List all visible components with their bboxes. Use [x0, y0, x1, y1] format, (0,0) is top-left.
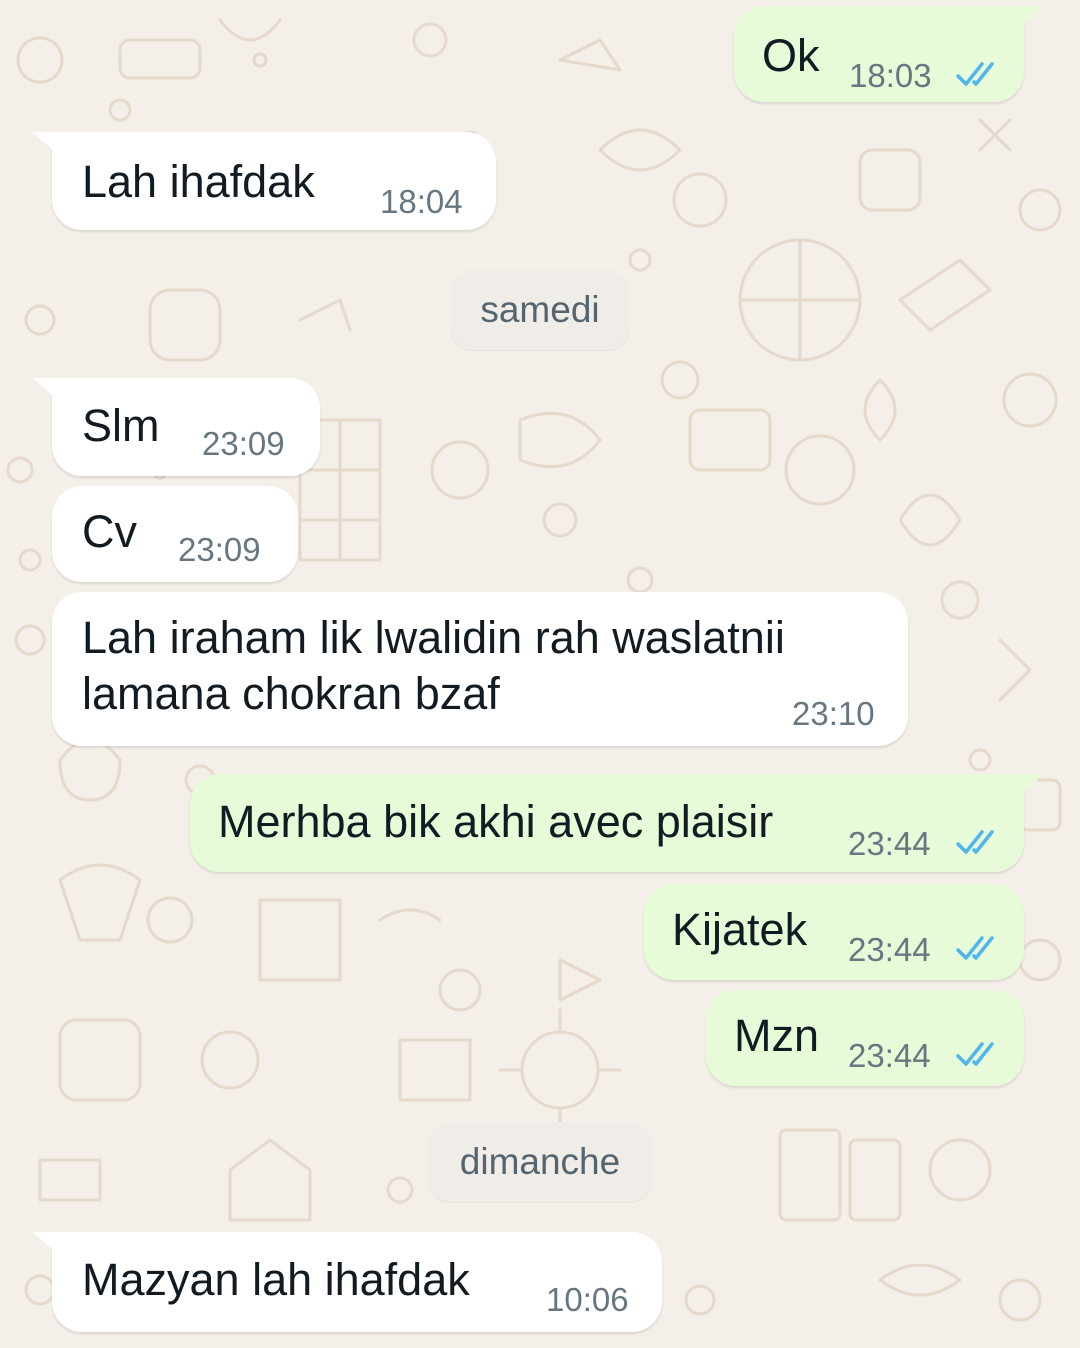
message-time: 23:44 — [848, 931, 931, 968]
message-time: 10:06 — [546, 1281, 629, 1318]
message-outgoing[interactable]: Kijatek 23:44 — [644, 884, 1024, 980]
bubble-tail — [1018, 774, 1044, 796]
message-text: Cv — [82, 506, 137, 557]
message-outgoing[interactable]: Merhba bik akhi avec plaisir 23:44 — [190, 774, 1044, 872]
message-time: 18:03 — [849, 57, 932, 94]
message-incoming[interactable]: Slm 23:09 — [32, 378, 320, 476]
message-time: 23:09 — [202, 425, 285, 462]
message-time: 23:09 — [178, 531, 261, 568]
message-text-line: lamana chokran bzaf — [82, 668, 500, 719]
double-check-icon — [956, 62, 994, 86]
message-incoming[interactable]: Cv 23:09 — [52, 486, 298, 582]
message-incoming[interactable]: Lah iraham lik lwalidin rah waslatnii la… — [52, 592, 908, 746]
bubble-tail — [32, 1232, 58, 1254]
bubble-tail — [1018, 6, 1044, 28]
message-outgoing[interactable]: Ok 18:03 — [734, 6, 1044, 102]
message-time: 23:44 — [848, 1037, 931, 1074]
message-time: 23:44 — [848, 825, 931, 862]
day-separator: dimanche — [428, 1122, 652, 1202]
message-text: Kijatek — [672, 904, 808, 955]
message-text: Mazyan lah ihafdak — [82, 1254, 470, 1305]
message-time: 18:04 — [380, 183, 463, 220]
double-check-icon — [956, 830, 994, 854]
bubble-tail — [32, 378, 58, 400]
message-incoming[interactable]: Lah ihafdak 18:04 — [32, 132, 496, 230]
message-incoming[interactable]: Mazyan lah ihafdak 10:06 — [32, 1232, 662, 1332]
message-time: 23:10 — [792, 695, 875, 732]
message-text: Slm — [82, 400, 160, 451]
day-separator: samedi — [450, 270, 630, 350]
message-text: Ok — [762, 30, 820, 81]
double-check-icon — [956, 936, 994, 960]
bubble-tail — [32, 132, 58, 154]
message-text: Lah ihafdak — [82, 156, 315, 207]
message-text-line: Lah iraham lik lwalidin rah waslatnii — [82, 612, 785, 663]
message-text: Mzn — [734, 1010, 820, 1061]
message-text: Merhba bik akhi avec plaisir — [218, 796, 774, 847]
double-check-icon — [956, 1042, 994, 1066]
message-outgoing[interactable]: Mzn 23:44 — [706, 990, 1024, 1086]
